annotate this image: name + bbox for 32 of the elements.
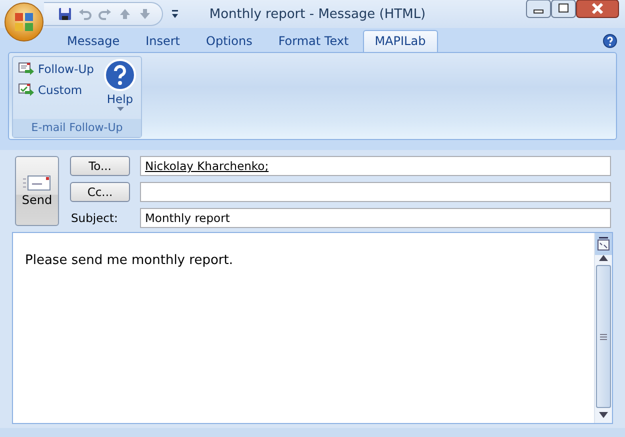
save-icon[interactable]	[58, 7, 72, 21]
close-button[interactable]	[576, 0, 619, 18]
subject-field[interactable]: Monthly report	[140, 208, 611, 228]
dropdown-arrow-icon	[116, 107, 124, 111]
help-icon[interactable]	[603, 34, 617, 48]
cc-field[interactable]	[140, 182, 611, 202]
envelope-check-icon	[18, 82, 35, 97]
group-title: E-mail Follow-Up	[13, 119, 141, 137]
minimize-button[interactable]	[526, 0, 551, 18]
maximize-button[interactable]	[551, 0, 576, 18]
scroll-down-icon[interactable]	[599, 412, 608, 418]
to-field[interactable]: Nickolay Kharchenko;	[140, 156, 611, 176]
ribbon-command[interactable]: Custom	[17, 80, 101, 99]
scrollbar-thumb[interactable]	[596, 265, 611, 408]
ribbon-tab[interactable]: Insert	[134, 30, 192, 52]
subject-label: Subject:	[70, 210, 119, 227]
ribbon-tab[interactable]: Options	[194, 30, 264, 52]
ribbon-tab[interactable]: Format Text	[266, 30, 361, 52]
help-button[interactable]: Help	[101, 59, 139, 119]
send-button[interactable]: Send	[15, 156, 59, 226]
to-button[interactable]: To...	[70, 156, 130, 176]
follow-up-icon	[18, 61, 35, 76]
cc-button[interactable]: Cc...	[70, 182, 130, 202]
envelope-icon	[23, 175, 51, 191]
grip-icon	[600, 334, 607, 340]
view-icon[interactable]	[597, 237, 610, 251]
help-icon	[104, 59, 136, 91]
ribbon-command[interactable]: Follow-Up	[17, 59, 101, 78]
window-title: Monthly report - Message (HTML)	[208, 6, 427, 22]
ribbon-tab[interactable]: MAPILab	[362, 30, 438, 52]
customize-menu-icon[interactable]	[171, 9, 179, 19]
ribbon-tab[interactable]: Message	[55, 30, 132, 52]
